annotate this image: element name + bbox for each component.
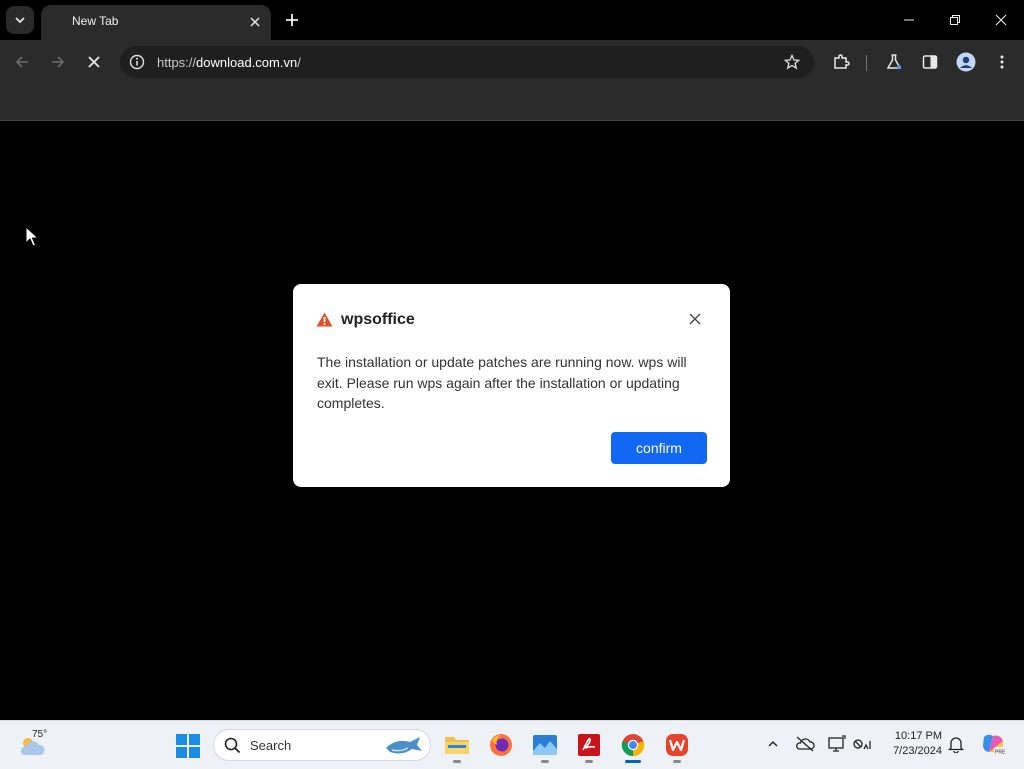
photos-icon [533,735,557,755]
avatar-icon [956,52,976,72]
wps-dialog: wpsoffice The installation or update pat… [293,284,730,487]
tab-search-button[interactable] [6,6,34,34]
arrow-left-icon [15,56,28,68]
confirm-button[interactable]: confirm [611,432,707,464]
bookmark-star-icon[interactable] [784,54,800,70]
display-tray[interactable] [826,733,848,755]
search-placeholder: Search [250,738,292,753]
stop-loading-button[interactable] [84,52,104,72]
taskbar-search[interactable]: Search [213,729,431,761]
url-scheme: https:// [157,55,197,70]
chevron-up-icon [768,741,778,747]
restore-button[interactable] [945,10,965,30]
url-path: / [297,55,301,70]
close-icon [995,14,1007,26]
stop-icon [88,56,100,68]
taskbar-chrome[interactable] [617,729,649,763]
new-tab-button[interactable] [282,10,302,30]
taskbar-wps-office[interactable] [661,729,693,763]
firefox-icon [490,734,512,756]
taskbar: 75° Search 10:17 PM 7/23/2024 PRE [0,720,1024,769]
copilot-button[interactable]: PRE [980,731,1006,757]
search-icon [224,737,241,754]
dialog-close-button[interactable] [687,311,703,327]
side-panel-button[interactable] [920,52,940,72]
cloud-offline-icon [796,736,815,752]
clock-time: 10:17 PM [894,730,942,742]
more-vert-icon [1000,55,1004,69]
svg-text:PRE: PRE [995,750,1006,756]
minimize-button[interactable] [899,10,919,30]
taskbar-file-explorer[interactable] [441,729,473,763]
running-indicator [541,760,549,763]
arrow-right-icon [52,56,65,68]
warning-icon [316,312,333,327]
taskbar-clock[interactable]: 10:17 PM 7/23/2024 [880,729,942,759]
running-indicator [453,760,461,763]
wps-office-icon [666,734,688,756]
close-icon [250,17,260,27]
toolbar-divider [866,55,867,71]
flask-icon [886,54,902,70]
close-window-button[interactable] [991,10,1011,30]
bookmarks-bar [0,85,1024,121]
taskbar-pdf-app[interactable] [573,729,605,763]
tab-new-tab[interactable]: New Tab [41,5,271,40]
whale-search-highlight-icon [386,737,422,754]
chrome-icon [621,734,645,757]
folder-icon [445,737,469,754]
url-host: download.com.vn [196,55,298,70]
taskbar-firefox[interactable] [485,729,517,761]
onedrive-tray[interactable] [794,733,816,755]
restore-icon [950,15,960,25]
dialog-message: The installation or update patches are r… [317,354,687,411]
pdf-icon [578,734,600,756]
taskbar-photos-app[interactable] [529,729,561,763]
bell-icon [948,737,964,753]
network-tray[interactable] [851,733,873,755]
back-button[interactable] [12,52,32,72]
profile-button[interactable] [956,52,976,72]
weather-temperature: 75° [32,729,48,740]
start-button[interactable] [176,734,200,758]
monitor-icon [828,735,846,752]
side-panel-icon [922,55,938,69]
active-indicator [625,760,641,763]
plus-icon [286,14,298,26]
browser-toolbar: https://download.com.vn/ [0,40,1024,85]
show-hidden-icons-button[interactable] [762,733,784,755]
tab-close-button[interactable] [247,14,263,30]
copilot-icon: PRE [983,734,1006,756]
url-text: https://download.com.vn/ [157,55,301,70]
extensions-button[interactable] [831,52,851,72]
address-bar[interactable]: https://download.com.vn/ [120,46,814,78]
clock-date: 7/23/2024 [893,745,942,757]
close-icon [689,313,701,325]
tab-title: New Tab [72,14,119,28]
running-indicator [585,760,593,763]
running-indicator [673,760,681,763]
puzzle-icon [834,54,850,69]
windows-logo-icon [176,734,200,758]
mouse-cursor-icon [25,226,39,247]
dialog-title: wpsoffice [341,311,415,328]
menu-button[interactable] [992,52,1012,72]
tab-strip: New Tab [0,0,1024,40]
labs-button[interactable] [884,52,904,72]
forward-button[interactable] [48,52,68,72]
site-info-icon[interactable] [129,54,145,70]
chevron-down-icon [15,17,25,24]
network-disconnected-icon [853,739,871,750]
minimize-icon [904,19,914,21]
notifications-button[interactable] [945,733,967,755]
